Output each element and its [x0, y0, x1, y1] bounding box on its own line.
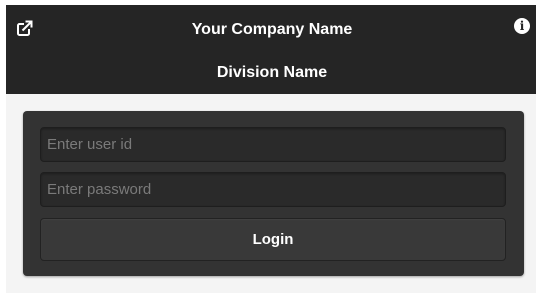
login-button[interactable]: Login [40, 218, 506, 261]
info-icon[interactable]: i [514, 18, 532, 36]
app-header: Your Company Name Division Name i [6, 5, 536, 94]
page-title: Your Company Name [191, 21, 353, 38]
password-input[interactable] [40, 172, 506, 207]
info-glyph: i [514, 18, 530, 34]
page-subtitle: Division Name [216, 64, 328, 81]
user-id-input[interactable] [40, 127, 506, 162]
